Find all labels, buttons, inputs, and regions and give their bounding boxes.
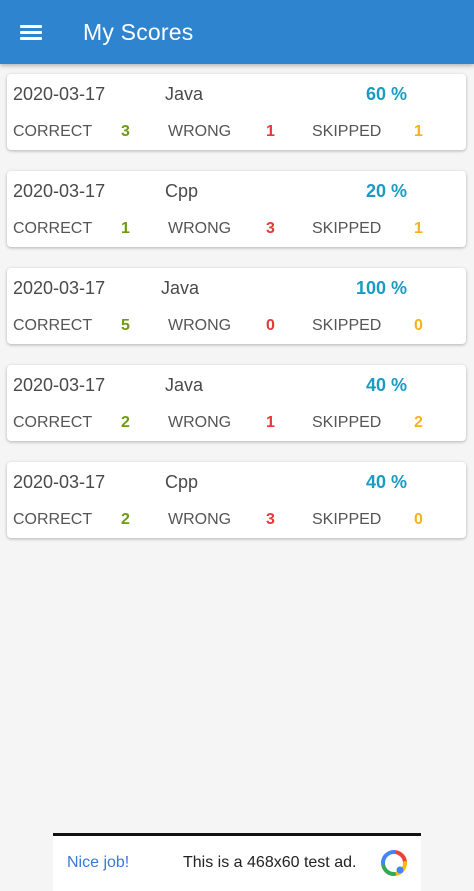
score-date: 2020-03-17 [13,278,106,298]
wrong-label: WRONG [168,317,232,334]
score-language: Java [165,375,204,395]
score-language: Cpp [165,181,199,201]
wrong-label: WRONG [168,414,232,431]
score-card[interactable]: 2020-03-17 Java 100 % CORRECT 5 WRONG 0 … [7,268,466,344]
skipped-label: SKIPPED [312,317,382,334]
skipped-label: SKIPPED [312,220,382,237]
skipped-count: 1 [414,123,423,140]
score-card[interactable]: 2020-03-17 Cpp 40 % CORRECT 2 WRONG 3 SK… [7,462,466,538]
score-percent: 60 % [365,84,407,104]
skipped-count: 1 [414,220,423,237]
skipped-label: SKIPPED [312,414,382,431]
ad-nice-job-text: Nice job! [67,854,130,871]
score-date: 2020-03-17 [13,181,106,201]
wrong-label: WRONG [168,123,232,140]
correct-label: CORRECT [13,123,93,140]
ad-description-text: This is a 468x60 test ad. [183,854,357,871]
test-ad-banner[interactable]: Nice job! This is a 468x60 test ad. [53,833,421,891]
score-percent: 40 % [365,472,407,492]
correct-label: CORRECT [13,511,93,528]
score-date: 2020-03-17 [13,84,106,104]
app-bar: My Scores [0,0,474,64]
score-language: Java [161,278,200,298]
score-percent: 40 % [365,375,407,395]
correct-count: 1 [121,220,130,237]
adsense-logo-icon [381,850,407,876]
score-percent: 20 % [365,181,407,201]
wrong-label: WRONG [168,511,232,528]
skipped-label: SKIPPED [312,123,382,140]
hamburger-menu-icon[interactable] [20,23,44,41]
score-percent: 100 % [355,278,407,298]
score-card[interactable]: 2020-03-17 Java 40 % CORRECT 2 WRONG 1 S… [7,365,466,441]
skipped-count: 0 [414,511,423,528]
correct-count: 5 [121,317,130,334]
correct-count: 2 [121,414,130,431]
skipped-label: SKIPPED [312,511,382,528]
correct-label: CORRECT [13,414,93,431]
wrong-count: 1 [266,414,275,431]
correct-count: 3 [121,123,130,140]
skipped-count: 2 [414,414,423,431]
wrong-count: 0 [266,317,275,334]
score-date: 2020-03-17 [13,375,106,395]
page-title: My Scores [83,18,194,45]
wrong-label: WRONG [168,220,232,237]
wrong-count: 3 [266,511,275,528]
correct-count: 2 [121,511,130,528]
score-card[interactable]: 2020-03-17 Cpp 20 % CORRECT 1 WRONG 3 SK… [7,171,466,247]
score-language: Java [165,84,204,104]
wrong-count: 3 [266,220,275,237]
score-language: Cpp [165,472,199,492]
wrong-count: 1 [266,123,275,140]
score-date: 2020-03-17 [13,472,106,492]
correct-label: CORRECT [13,220,93,237]
score-card[interactable]: 2020-03-17 Java 60 % CORRECT 3 WRONG 1 S… [7,74,466,150]
skipped-count: 0 [414,317,423,334]
correct-label: CORRECT [13,317,93,334]
